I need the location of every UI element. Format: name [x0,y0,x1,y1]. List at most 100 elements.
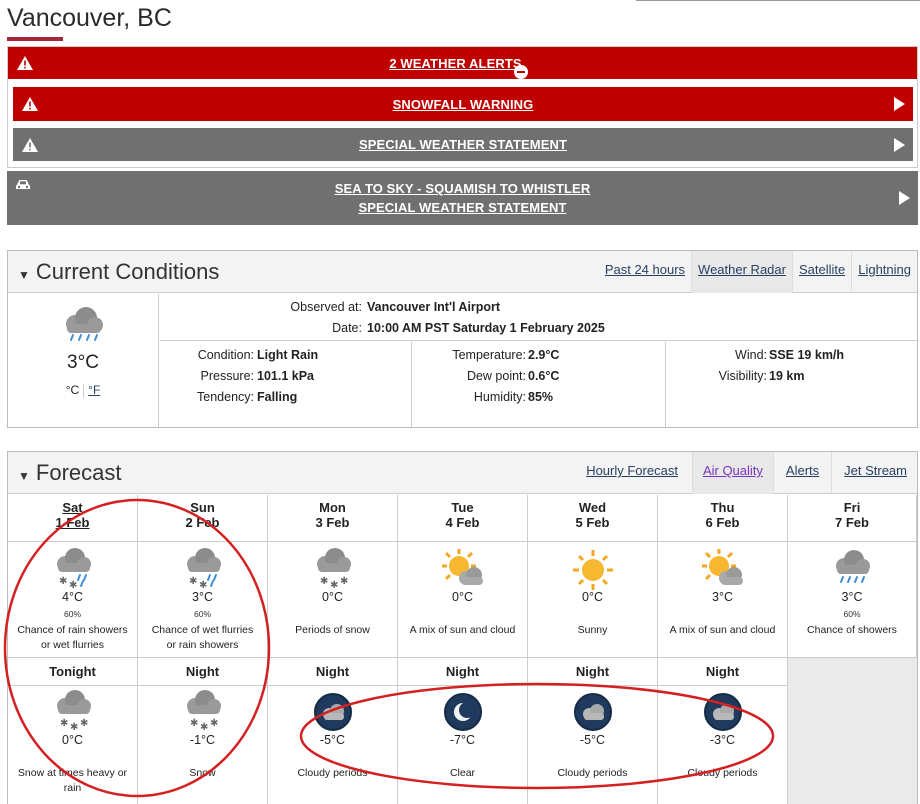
day-temperature: 0°C [452,590,473,604]
conditions-column-1: Condition: Light Rain Pressure: 101.1 kPa … [160,342,412,427]
forecast-day-cell: 3°C A mix of sun and cloud [658,542,788,658]
expand-arrow-icon[interactable] [894,137,905,152]
expand-arrow-icon[interactable] [899,191,910,205]
satellite-link[interactable]: Satellite [791,251,851,293]
highway-alert-type[interactable]: SPECIAL WEATHER STATEMENT [335,198,591,217]
observed-at-value: Vancouver Int'l Airport [367,300,501,314]
top-border-line [636,0,920,1]
tendency-value: Falling [257,390,298,404]
day-temperature: 3°C [841,590,863,604]
svg-text:✱: ✱ [189,576,197,587]
night-name: Night [575,664,610,679]
night-summary-line-1: Cloudy periods [297,767,368,779]
caret-down-icon: ▼ [18,469,30,483]
forecast-day-header: Thu 6 Feb [658,495,788,542]
forecast-night-header: Night [268,658,398,686]
snowfall-warning-link[interactable]: SNOWFALL WARNING [393,95,534,114]
forecast-title: Forecast [35,460,122,485]
forecast-night-cell: -5°C Cloudy periods [528,686,658,804]
night-temperature: -5°C [319,733,346,747]
day-temperature: 0°C [582,590,603,604]
alerts-summary-label[interactable]: 2 WEATHER ALERTS [389,54,521,73]
special-statement-bar[interactable]: SPECIAL WEATHER STATEMENT [13,128,913,161]
night-temperature: -5°C [579,733,606,747]
night-summary-line-1: Snow [189,767,216,779]
forecast-day-cell: 0°C A mix of sun and cloud [398,542,528,658]
conditions-column-3: Wind: SSE 19 km/h Visibility: 19 km [667,342,917,427]
forecast-day-cell: 0°C Sunny [528,542,658,658]
current-conditions-toggle[interactable]: ▼ Current Conditions [18,259,219,285]
day-date: 1 Feb [55,515,90,530]
highway-alert-title[interactable]: SEA TO SKY - SQUAMISH TO WHISTLER [335,179,591,198]
observed-at-label: Observed at: [290,300,362,314]
collapse-icon[interactable] [513,65,528,79]
moon-cloud-icon [703,693,742,731]
condition-value: Light Rain [257,348,319,362]
temperature-value: 2.9°C [528,348,560,362]
svg-text:✱: ✱ [320,576,328,587]
day-date: 3 Feb [315,515,350,530]
alerts-link[interactable]: Alerts [772,452,831,494]
forecast-panel: ▼ Forecast Hourly Forecast Air Quality A… [7,451,918,804]
svg-text:✱: ✱ [60,718,68,729]
forecast-toggle[interactable]: ▼ Forecast [18,460,121,486]
pressure-value: 101.1 kPa [257,369,314,383]
day-summary-line-1: Chance of showers [807,624,897,636]
svg-text:✱: ✱ [70,722,78,733]
forecast-day-header: Sun 2 Feb [138,495,268,542]
svg-text:✱: ✱ [210,718,218,729]
forecast-day-cell: ✱ ✱ 3°C 60% Chance of wet flurries or rain sh… [138,542,268,658]
warning-icon [17,56,33,70]
caret-down-icon: ▼ [18,268,30,282]
weather-alerts-toggle[interactable]: 2 WEATHER ALERTS [8,47,917,79]
night-temperature: -7°C [449,733,476,747]
special-statement-link[interactable]: SPECIAL WEATHER STATEMENT [359,135,567,154]
lightning-link[interactable]: Lightning [851,251,917,293]
forecast-day-cell: ✱ ✱ ✱ 0°C Periods of snow [268,542,398,658]
day-temperature: 3°C [712,590,733,604]
moon-cloud-icon [313,693,352,731]
day-summary-line-1: A mix of sun and cloud [669,624,776,636]
fahrenheit-toggle[interactable]: °F [88,383,100,397]
night-temperature: -1°C [189,733,216,747]
forecast-day-cell: ✱ ✱ 4°C 60% Chance of rain showers or wet flu… [8,542,138,658]
day-summary-line-2: or wet flurries [40,639,104,651]
past-24-hours-link[interactable]: Past 24 hours [599,251,691,293]
forecast-day-header: Fri 7 Feb [788,495,917,542]
pressure-label: Pressure: [200,369,255,383]
air-quality-link[interactable]: Air Quality [691,452,773,494]
snow-cloud-icon: ✱ ✱ ✱ [56,690,91,733]
day-name: Tue [451,500,474,515]
forecast-night-cell: ✱ ✱ ✱ 0°C Snow at times heavy or rain [8,686,138,804]
day-date: 5 Feb [575,515,610,530]
night-name: Night [705,664,740,679]
forecast-night-header: Tonight [8,658,138,686]
jet-stream-link[interactable]: Jet Stream [831,452,917,494]
svg-text:✱: ✱ [59,576,67,587]
forecast-night-cell: -7°C Clear [398,686,528,804]
highway-alert-bar[interactable]: SEA TO SKY - SQUAMISH TO WHISTLER SPECIA… [7,171,918,225]
forecast-night-cell: -5°C Cloudy periods [268,686,398,804]
day-date: 6 Feb [705,515,740,530]
observation-info: Observed at: Vancouver Int'l Airport Dat… [160,294,917,341]
night-summary-line-1: Cloudy periods [557,767,628,779]
forecast-night-header: Night [398,658,528,686]
sun-cloud-icon [441,549,483,585]
forecast-day-header[interactable]: Sat 1 Feb [8,495,138,542]
expand-arrow-icon[interactable] [894,97,905,111]
weather-radar-link[interactable]: Weather Radar [691,251,792,293]
day-summary-line-1: Chance of wet flurries [151,624,254,636]
current-conditions-title: Current Conditions [35,259,220,284]
forecast-night-cell: ✱ ✱ ✱ -1°C Snow [138,686,268,804]
snowfall-warning-bar[interactable]: SNOWFALL WARNING [13,87,913,121]
hourly-forecast-link[interactable]: Hourly Forecast [576,452,692,494]
night-name: Night [445,664,480,679]
forecast-day-header: Tue 4 Feb [398,495,528,542]
condition-label: Condition: [197,348,254,362]
current-temperature: 3°C [67,352,99,373]
celsius-unit: °C [65,383,80,397]
moon-icon [443,693,482,731]
snow-cloud-icon: ✱ ✱ ✱ [316,548,351,591]
night-summary-line-2: rain [63,782,82,794]
day-name: Sat [62,500,83,515]
